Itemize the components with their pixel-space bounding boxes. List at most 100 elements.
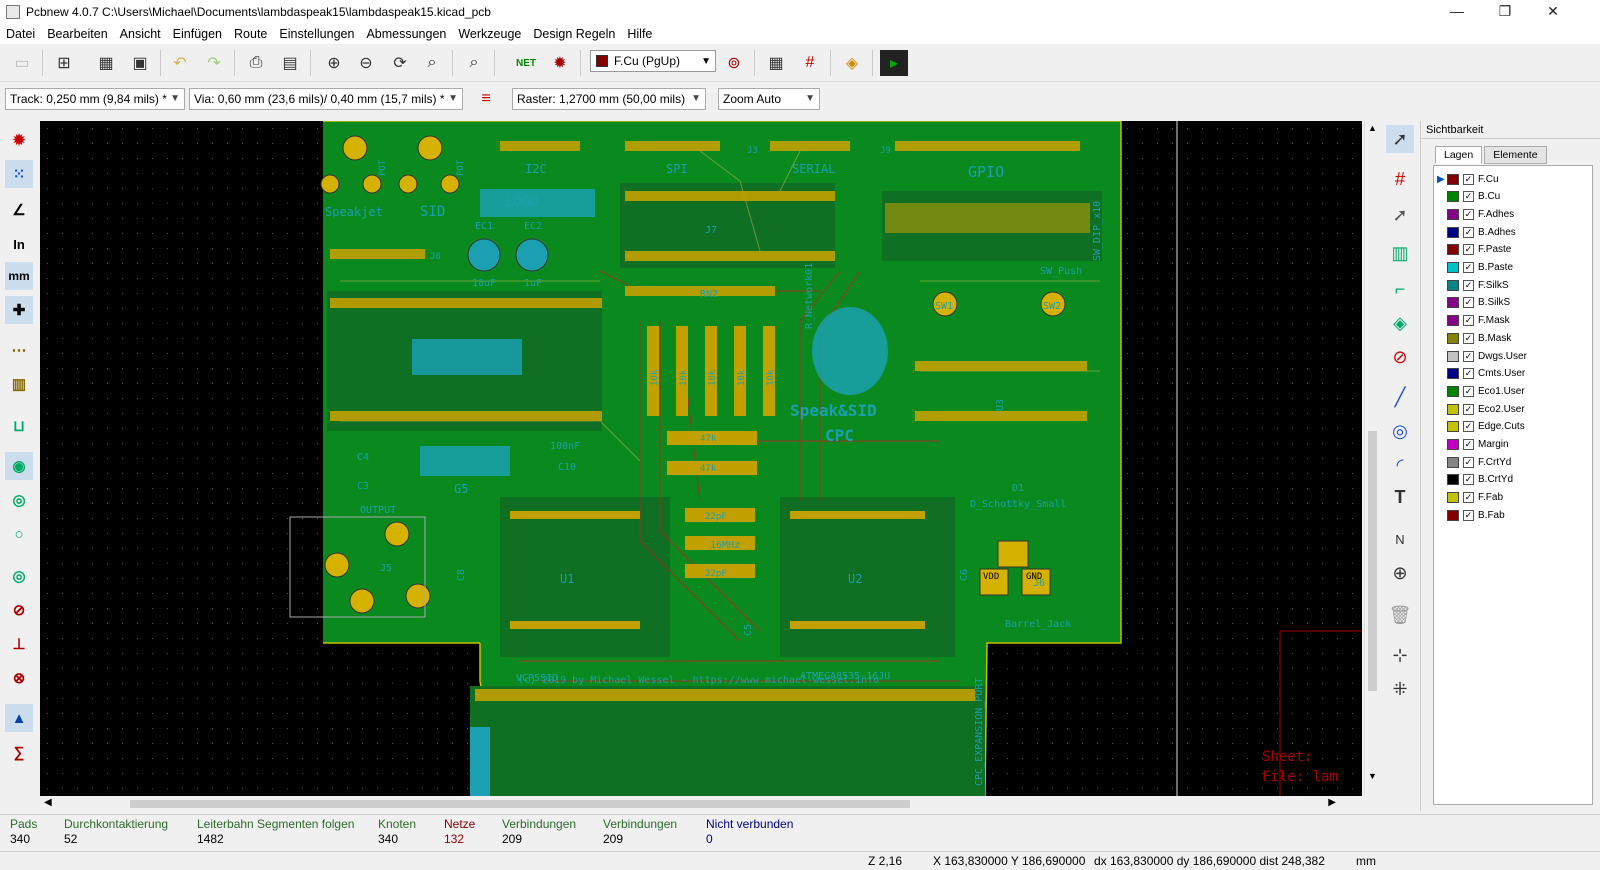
zoom-select[interactable]: Zoom Auto ▼: [718, 88, 820, 110]
layer-color-swatch[interactable]: [1447, 368, 1459, 380]
dimension-icon[interactable]: N: [1386, 525, 1414, 553]
layer-color-swatch[interactable]: [1447, 332, 1459, 344]
autoroute-icon[interactable]: ◈: [838, 50, 866, 76]
menu-abmessungen[interactable]: Abmessungen: [360, 27, 452, 41]
menu-hilfe[interactable]: Hilfe: [621, 27, 658, 41]
layer-color-swatch[interactable]: [1447, 173, 1459, 185]
zoom-fit-icon[interactable]: ⌕: [418, 50, 446, 76]
layer-color-swatch[interactable]: [1447, 474, 1459, 486]
units-mm-icon[interactable]: mm: [5, 262, 33, 290]
menu-werkzeuge[interactable]: Werkzeuge: [452, 27, 527, 41]
layer-row[interactable]: ✓ F.Mask: [1434, 312, 1592, 330]
high-contrast-icon[interactable]: ⊗: [5, 664, 33, 692]
vertical-scroll-thumb[interactable]: [1368, 431, 1377, 691]
target-icon[interactable]: ⊕: [1386, 559, 1414, 587]
undo-icon[interactable]: ↶: [166, 50, 194, 76]
layer-color-swatch[interactable]: [1447, 350, 1459, 362]
redraw-icon[interactable]: ⟳: [386, 50, 414, 76]
menu-einfuegen[interactable]: Einfügen: [167, 27, 228, 41]
highlight-net-icon[interactable]: #: [1386, 165, 1414, 193]
vertical-scrollbar[interactable]: ▲ ▼: [1364, 121, 1380, 796]
footprint-editor-icon[interactable]: ▦: [762, 50, 790, 76]
scripting-console-icon[interactable]: ▸: [880, 50, 908, 76]
polar-coords-icon[interactable]: ∠: [5, 196, 33, 224]
layer-color-swatch[interactable]: [1447, 279, 1459, 291]
layer-visibility-checkbox[interactable]: ✓: [1463, 315, 1474, 327]
print-icon[interactable]: ⎙: [242, 50, 270, 76]
load-board-icon[interactable]: ▦: [92, 50, 120, 76]
plot-icon[interactable]: ▤: [276, 50, 304, 76]
microwave-tools-icon[interactable]: ∑: [5, 738, 33, 766]
netlist-icon[interactable]: NET: [512, 50, 540, 76]
zone-outline-icon[interactable]: ◎: [5, 486, 33, 514]
zoom-in-icon[interactable]: ⊕: [320, 50, 348, 76]
layer-pair-icon[interactable]: ⊚: [720, 50, 748, 76]
add-footprint-icon[interactable]: ▥: [1386, 239, 1414, 267]
layer-visibility-checkbox[interactable]: ✓: [1463, 262, 1474, 273]
layer-select[interactable]: F.Cu (PgUp) ▼: [590, 50, 716, 72]
layer-visibility-checkbox[interactable]: ✓: [1463, 332, 1474, 344]
layer-visibility-checkbox[interactable]: ✓: [1463, 403, 1474, 415]
layer-color-swatch[interactable]: [1447, 439, 1459, 450]
add-zone-icon[interactable]: ◈: [1386, 309, 1414, 337]
via-sketch-icon[interactable]: ⊘: [5, 596, 33, 624]
close-button[interactable]: ✕: [1530, 0, 1576, 24]
layer-row[interactable]: ✓ F.CrtYd: [1434, 453, 1592, 471]
layer-color-swatch[interactable]: [1447, 456, 1459, 468]
menu-datei[interactable]: Datei: [0, 27, 41, 41]
drill-origin-icon[interactable]: ⊹: [1386, 641, 1414, 669]
layer-visibility-checkbox[interactable]: ✓: [1463, 173, 1474, 185]
via-size-select[interactable]: Via: 0,60 mm (23,6 mils)/ 0,40 mm (15,7 …: [189, 88, 463, 110]
route-track-icon[interactable]: ⌐: [1386, 275, 1414, 303]
drc-icon[interactable]: ✹: [546, 50, 574, 76]
layer-row[interactable]: ✓ B.CrtYd: [1434, 471, 1592, 489]
layer-row[interactable]: ✓ F.Fab: [1434, 489, 1592, 507]
menu-einstellungen[interactable]: Einstellungen: [273, 27, 360, 41]
layer-color-swatch[interactable]: [1447, 509, 1459, 521]
grid-select[interactable]: Raster: 1,2700 mm (50,00 mils) ▼: [512, 88, 706, 110]
layer-row[interactable]: ✓ Cmts.User: [1434, 365, 1592, 383]
layer-visibility-checkbox[interactable]: ✓: [1463, 456, 1474, 468]
tab-layers[interactable]: Lagen: [1435, 146, 1483, 164]
layer-row[interactable]: ✓ Edge.Cuts: [1434, 418, 1592, 436]
layer-visibility-checkbox[interactable]: ✓: [1463, 226, 1474, 238]
track-width-select[interactable]: Track: 0,250 mm (9,84 mils) * ▼: [5, 88, 185, 110]
scroll-right-icon[interactable]: ▶: [1328, 797, 1336, 808]
layer-visibility-checkbox[interactable]: ✓: [1463, 297, 1474, 309]
menu-ansicht[interactable]: Ansicht: [114, 27, 167, 41]
layer-color-swatch[interactable]: [1447, 208, 1459, 220]
grid-toggle-icon[interactable]: ⁙: [5, 160, 33, 188]
track-sketch-icon[interactable]: ⊥: [5, 630, 33, 658]
redo-icon[interactable]: ↷: [200, 50, 228, 76]
layer-row[interactable]: ✓ B.Adhes: [1434, 223, 1592, 241]
layer-color-swatch[interactable]: [1447, 403, 1459, 415]
maximize-button[interactable]: ❐: [1482, 0, 1528, 24]
scroll-down-icon[interactable]: ▼: [1368, 771, 1377, 781]
layer-row[interactable]: ✓ B.Mask: [1434, 329, 1592, 347]
keepout-area-icon[interactable]: ⊘: [1386, 343, 1414, 371]
layer-row[interactable]: ✓ Eco1.User: [1434, 382, 1592, 400]
layer-row[interactable]: ✓ Eco2.User: [1434, 400, 1592, 418]
layer-row[interactable]: ✓ Dwgs.User: [1434, 347, 1592, 365]
layer-visibility-checkbox[interactable]: ✓: [1463, 208, 1474, 220]
auto-delete-track-icon[interactable]: ⊔: [5, 412, 33, 440]
layer-visibility-checkbox[interactable]: ✓: [1463, 474, 1474, 486]
layer-color-swatch[interactable]: [1447, 244, 1459, 256]
new-board-icon[interactable]: ▭: [8, 50, 36, 76]
menu-route[interactable]: Route: [228, 27, 273, 41]
layer-row[interactable]: ✓ B.Fab: [1434, 506, 1592, 524]
show-ratsnest-icon[interactable]: ⋯: [5, 336, 33, 364]
layer-row[interactable]: ✓ Margin: [1434, 436, 1592, 454]
minimize-button[interactable]: —: [1434, 0, 1480, 24]
layer-visibility-checkbox[interactable]: ✓: [1463, 191, 1474, 203]
layer-color-swatch[interactable]: [1447, 315, 1459, 327]
graphic-line-icon[interactable]: ╱: [1386, 383, 1414, 411]
layers-manager-icon[interactable]: ▲: [5, 704, 33, 732]
layer-visibility-checkbox[interactable]: ✓: [1463, 509, 1474, 521]
layer-color-swatch[interactable]: [1447, 226, 1459, 238]
auto-track-width-icon[interactable]: ≡: [472, 86, 500, 112]
menu-bearbeiten[interactable]: Bearbeiten: [41, 27, 113, 41]
find-icon[interactable]: ⌕: [460, 50, 488, 76]
layer-color-swatch[interactable]: [1447, 492, 1459, 504]
layer-row[interactable]: ✓ F.Adhes: [1434, 205, 1592, 223]
